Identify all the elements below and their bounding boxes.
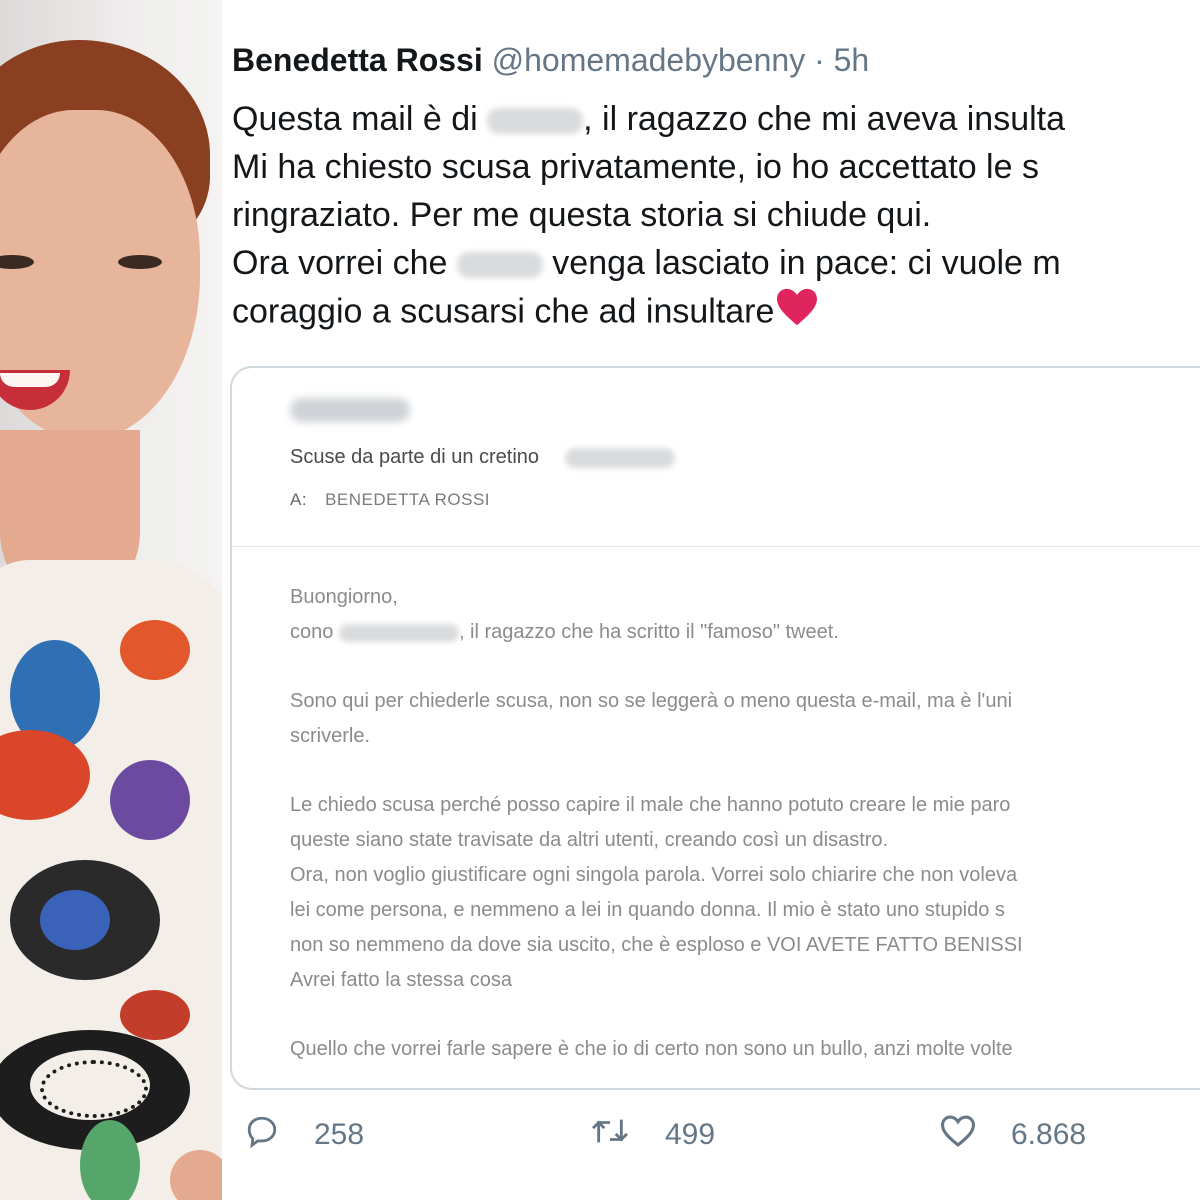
- tweet-header: Benedetta Rossi @homemadebybenny · 5h: [232, 40, 869, 80]
- author-name[interactable]: Benedetta Rossi: [232, 42, 483, 78]
- email-line: Buongiorno,: [290, 586, 398, 608]
- email-to-value: BENEDETTA ROSSI: [325, 490, 491, 509]
- heart-outline-icon: [939, 1114, 1011, 1156]
- like-count: 6.868: [1011, 1118, 1087, 1151]
- email-subject-text: Scuse da parte di un cretino: [290, 446, 540, 468]
- redacted-sender: [290, 398, 410, 422]
- reply-icon: [244, 1114, 314, 1156]
- email-to-label: A:: [290, 490, 308, 509]
- tweet-text-segment: coraggio a scusarsi che ad insultare: [232, 292, 775, 331]
- tweet-text-segment: Ora vorrei che: [232, 244, 457, 282]
- email-line: Avrei fatto la stessa cosa: [290, 969, 512, 991]
- retweet-icon: [589, 1114, 665, 1156]
- tweet-line: Ora vorrei che venga lasciato in pace: c…: [232, 239, 1200, 287]
- email-line: scriverle.: [290, 725, 371, 747]
- profile-photo: [0, 0, 222, 1200]
- email-line: Ora, non voglio giustificare ogni singol…: [290, 864, 1018, 886]
- tweet-line: Mi ha chiesto scusa privatamente, io ho …: [232, 148, 1039, 186]
- tweet-text: Questa mail è di , il ragazzo che mi ave…: [232, 95, 1200, 335]
- reply-count: 258: [314, 1118, 365, 1151]
- email-text-segment: , il ragazzo che ha scritto il "famoso" …: [458, 621, 839, 643]
- redacted-name: [338, 623, 459, 642]
- tweet-text-segment: , il ragazzo che mi aveva insulta: [583, 100, 1066, 138]
- email-body: Buongiorno, cono , il ragazzo che ha scr…: [290, 580, 1200, 1067]
- reply-button[interactable]: 258: [244, 1105, 364, 1165]
- redacted-email-address: [564, 447, 675, 468]
- email-line: Sono qui per chiederle scusa, non so se …: [290, 690, 1013, 712]
- like-button[interactable]: 6.868: [939, 1105, 1086, 1165]
- tweet-text-segment: Questa mail è di: [232, 100, 488, 138]
- email-line: queste siano state travisate da altri ut…: [290, 829, 889, 851]
- email-line: Quello che vorrei farle sapere è che io …: [290, 1038, 1013, 1060]
- tweet-line: coraggio a scusarsi che ad insultare: [232, 287, 1200, 335]
- email-line: lei come persona, e nemmeno a lei in qua…: [290, 899, 1005, 921]
- redacted-name: [487, 108, 584, 135]
- retweet-count: 499: [665, 1118, 716, 1151]
- retweet-button[interactable]: 499: [589, 1105, 715, 1165]
- email-screenshot[interactable]: Scuse da parte di un cretino A: BENEDETTA…: [230, 366, 1200, 1090]
- header-separator: ·: [814, 42, 825, 78]
- redacted-name: [456, 252, 543, 279]
- tweet-line: ringraziato. Per me questa storia si chi…: [232, 196, 932, 234]
- email-line: cono , il ragazzo che ha scritto il "fam…: [290, 615, 1200, 650]
- tweet-card: Benedetta Rossi @homemadebybenny · 5h Qu…: [222, 0, 1200, 1200]
- tweet-line: Questa mail è di , il ragazzo che mi ave…: [232, 95, 1200, 143]
- tweet-text-segment: venga lasciato in pace: ci vuole m: [542, 244, 1061, 282]
- email-text-segment: cono: [290, 621, 339, 643]
- tweet-actions: 258 499 6.868: [244, 1105, 1194, 1165]
- email-divider: [232, 546, 1200, 547]
- author-handle[interactable]: @homemadebybenny: [492, 42, 806, 78]
- tweet-timestamp[interactable]: 5h: [834, 42, 870, 78]
- email-recipient: A: BENEDETTA ROSSI: [290, 490, 490, 510]
- red-heart-icon: [774, 287, 820, 340]
- email-line: non so nemmeno da dove sia uscito, che è…: [290, 934, 1023, 956]
- email-subject: Scuse da parte di un cretino: [290, 446, 675, 469]
- email-line: Le chiedo scusa perché posso capire il m…: [290, 794, 1011, 816]
